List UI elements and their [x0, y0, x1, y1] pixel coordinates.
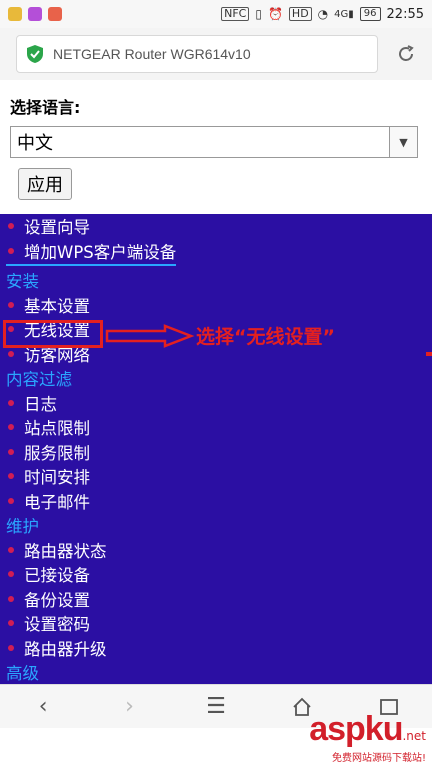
bullet-icon	[8, 497, 14, 504]
section-content-filter: 内容过滤	[6, 370, 72, 390]
annotation-text: 选择“无线设置”	[196, 326, 335, 348]
section-install: 安装	[6, 272, 39, 292]
bullet-icon	[8, 620, 14, 627]
status-bar: NFC ▯ ⏰ HD ◔ 4G▮ 96 22:55	[0, 0, 432, 28]
menu-divider	[6, 264, 176, 266]
menu-item-logs[interactable]: 日志	[0, 391, 432, 416]
menu-item-site-block[interactable]: 站点限制	[0, 415, 432, 440]
weibo-notification-icon	[48, 7, 62, 21]
menu-item-add-wps[interactable]: 增加WPS客户端设备	[0, 239, 432, 264]
menu-item-basic-settings[interactable]: 基本设置	[0, 293, 432, 318]
signal-icon: 4G▮	[334, 8, 354, 20]
address-bar[interactable]: NETGEAR Router WGR614v10	[16, 35, 378, 73]
menu-item-setup-wizard[interactable]: 设置向导	[0, 214, 432, 239]
bullet-icon	[8, 223, 14, 230]
language-label: 选择语言:	[10, 98, 81, 117]
language-selected-value: 中文	[17, 133, 53, 154]
scroll-marker	[426, 352, 432, 356]
bullet-icon	[8, 473, 14, 480]
language-select[interactable]: 中文 ▼	[10, 126, 418, 158]
menu-icon[interactable]: ☰	[196, 687, 236, 727]
bullet-icon	[8, 247, 14, 254]
chevron-down-icon[interactable]: ▼	[389, 127, 417, 157]
menu-item-schedule[interactable]: 时间安排	[0, 464, 432, 489]
notification-icons	[8, 7, 62, 21]
router-menu: 设置向导 增加WPS客户端设备 安装 基本设置 无线设置 访客网络 内容过滤 日…	[0, 214, 432, 684]
annotation-highlight-box	[3, 320, 103, 348]
browser-toolbar: NETGEAR Router WGR614v10	[0, 28, 432, 80]
hd-icon: HD	[288, 7, 312, 21]
annotation-arrow-icon	[105, 324, 195, 348]
vibrate-icon: ▯	[255, 7, 262, 21]
clock: 22:55	[386, 6, 424, 22]
alarm-icon: ⏰	[267, 7, 283, 21]
bullet-icon	[8, 546, 14, 553]
bullet-icon	[8, 424, 14, 431]
secure-shield-icon	[27, 45, 43, 63]
gallery-notification-icon	[28, 7, 42, 21]
bullet-icon	[8, 350, 14, 357]
menu-item-email[interactable]: 电子邮件	[0, 489, 432, 514]
bullet-icon	[8, 571, 14, 578]
bullet-icon	[8, 595, 14, 602]
section-maintenance: 维护	[6, 517, 39, 537]
menu-item-router-upgrade[interactable]: 路由器升级	[0, 636, 432, 661]
app-notification-icon	[8, 7, 22, 21]
language-section: 选择语言: 中文 ▼ 应用	[0, 80, 432, 200]
forward-icon[interactable]: ›	[110, 687, 150, 727]
menu-item-service-block[interactable]: 服务限制	[0, 440, 432, 465]
section-advanced: 高级	[6, 664, 39, 684]
nfc-icon: NFC	[221, 7, 250, 21]
watermark-logo: aspku.net 免费网站源码下载站!	[309, 710, 426, 764]
battery-icon: 96	[359, 7, 381, 21]
bullet-icon	[8, 399, 14, 406]
menu-item-attached-devices[interactable]: 已接设备	[0, 562, 432, 587]
page-title: NETGEAR Router WGR614v10	[53, 46, 251, 62]
wifi-icon: ◔	[317, 7, 329, 21]
menu-item-backup-settings[interactable]: 备份设置	[0, 587, 432, 612]
menu-item-set-password[interactable]: 设置密码	[0, 611, 432, 636]
reload-icon[interactable]	[392, 40, 420, 68]
apply-button[interactable]: 应用	[18, 168, 72, 200]
bullet-icon	[8, 301, 14, 308]
bullet-icon	[8, 644, 14, 651]
back-icon[interactable]: ‹	[23, 687, 63, 727]
bullet-icon	[8, 448, 14, 455]
menu-item-router-status[interactable]: 路由器状态	[0, 538, 432, 563]
